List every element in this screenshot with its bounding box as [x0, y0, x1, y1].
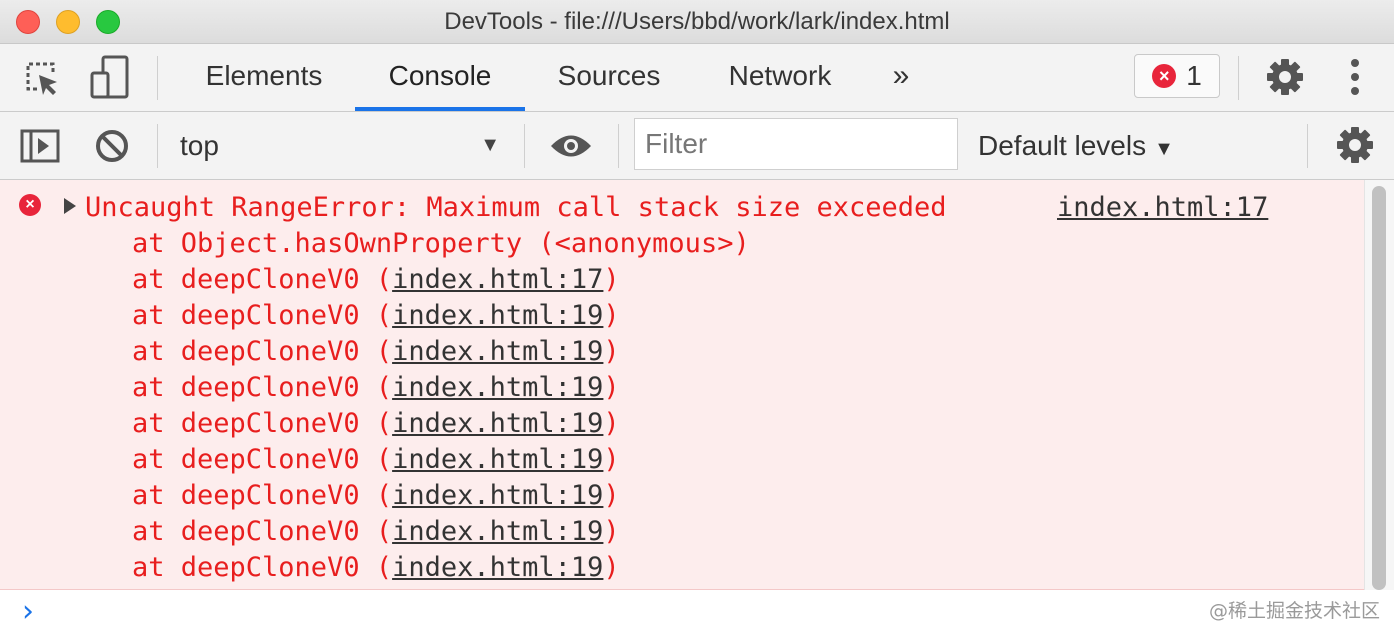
error-icon: ×	[1152, 64, 1177, 88]
stack-frame: at Object.hasOwnProperty (<anonymous>)	[132, 226, 750, 262]
scrollbar-thumb[interactable]	[1372, 186, 1386, 590]
stack-frame: at deepCloneV0 (index.html:19)	[132, 442, 620, 478]
double-chevron-right-icon: »	[892, 59, 910, 92]
stack-frame-function: at deepCloneV0 (	[132, 264, 393, 295]
toolbar-divider	[524, 124, 525, 168]
stack-frame-suffix: )	[603, 480, 620, 511]
watermark: @稀土掘金技术社区	[1208, 600, 1380, 622]
window-title: DevTools - file:///Users/bbd/work/lark/i…	[444, 8, 950, 35]
more-tabs-button[interactable]: »	[876, 44, 926, 111]
console-scrollbar[interactable]	[1364, 180, 1394, 590]
stack-frame-suffix: )	[603, 336, 620, 367]
tab-network[interactable]: Network	[705, 44, 855, 111]
stack-frame-link[interactable]: index.html:19	[392, 300, 603, 331]
console-prompt[interactable]: ›	[0, 590, 1394, 636]
tab-console[interactable]: Console	[355, 44, 525, 111]
console-message-error: × Uncaught RangeError: Maximum call stac…	[0, 180, 1364, 590]
live-expression-button[interactable]	[548, 126, 594, 166]
expand-triangle-icon[interactable]	[64, 198, 76, 214]
stack-frame-suffix: )	[603, 552, 620, 583]
log-levels-label: Default levels	[978, 130, 1147, 161]
clear-console-button[interactable]	[92, 126, 132, 166]
execution-context-select[interactable]: top ▼	[180, 112, 500, 179]
filter-input[interactable]	[634, 118, 958, 170]
gear-icon	[1267, 59, 1303, 95]
stack-frame: at deepCloneV0 (index.html:19)	[132, 478, 620, 514]
stack-frame: at deepCloneV0 (index.html:19)	[132, 406, 620, 442]
prompt-chevron-icon: ›	[22, 594, 34, 629]
stack-frame-link[interactable]: index.html:19	[392, 444, 603, 475]
toolbar-divider	[157, 56, 158, 100]
error-icon: ×	[19, 194, 41, 216]
inspect-element-button[interactable]	[22, 58, 62, 98]
more-options-button[interactable]	[1340, 56, 1370, 98]
error-count-badge[interactable]: × 1	[1134, 54, 1220, 98]
stack-frame-function: at deepCloneV0 (	[132, 552, 393, 583]
error-count: 1	[1186, 60, 1202, 91]
sidebar-toggle-icon	[20, 129, 60, 163]
inspect-element-icon	[26, 62, 57, 95]
stack-frame-link[interactable]: index.html:19	[392, 372, 603, 403]
stack-frame-link[interactable]: index.html:19	[392, 480, 603, 511]
stack-frame-link[interactable]: index.html:19	[392, 516, 603, 547]
stack-frame: at deepCloneV0 (index.html:17)	[132, 262, 620, 298]
stack-frame-suffix: )	[603, 516, 620, 547]
stack-frame-suffix: )	[603, 444, 620, 475]
stack-frame-function: at deepCloneV0 (	[132, 372, 393, 403]
stack-frame: at deepCloneV0 (index.html:19)	[132, 550, 620, 586]
clear-console-icon	[96, 130, 128, 162]
dropdown-arrow-icon: ▼	[1154, 138, 1174, 160]
execution-context-value: top	[180, 130, 219, 161]
stack-frame-suffix: )	[603, 264, 620, 295]
stack-frame-function: at deepCloneV0 (	[132, 480, 393, 511]
stack-frame-function: at deepCloneV0 (	[132, 336, 393, 367]
toolbar-divider	[157, 124, 158, 168]
stack-frame-function: at deepCloneV0 (	[132, 444, 393, 475]
eye-icon	[551, 135, 591, 157]
show-sidebar-button[interactable]	[20, 126, 60, 166]
tab-elements[interactable]: Elements	[180, 44, 348, 111]
stack-frame-link[interactable]: index.html:19	[392, 408, 603, 439]
stack-frame: at deepCloneV0 (index.html:19)	[132, 298, 620, 334]
stack-frame-function: at deepCloneV0 (	[132, 300, 393, 331]
error-source-link[interactable]: index.html:17	[1057, 190, 1268, 226]
stack-frame-function: at Object.hasOwnProperty (<anonymous>)	[132, 228, 750, 259]
toolbar-divider	[618, 124, 619, 168]
toolbar-divider	[1238, 56, 1239, 100]
stack-frame-function: at deepCloneV0 (	[132, 408, 393, 439]
stack-frame-link[interactable]: index.html:19	[392, 552, 603, 583]
stack-frame: at deepCloneV0 (index.html:19)	[132, 370, 620, 406]
stack-frame-suffix: )	[603, 372, 620, 403]
window-titlebar: DevTools - file:///Users/bbd/work/lark/i…	[0, 0, 1394, 44]
stack-frame: at deepCloneV0 (index.html:19)	[132, 514, 620, 550]
tab-sources[interactable]: Sources	[530, 44, 688, 111]
error-message: Uncaught RangeError: Maximum call stack …	[85, 192, 947, 223]
log-levels-dropdown[interactable]: Default levels ▼	[978, 112, 1174, 179]
console-settings-button[interactable]	[1334, 124, 1376, 166]
dropdown-arrow-icon: ▼	[480, 134, 500, 156]
settings-button[interactable]	[1264, 56, 1306, 98]
stack-frame-suffix: )	[603, 300, 620, 331]
stack-frame-function: at deepCloneV0 (	[132, 516, 393, 547]
gear-icon	[1337, 127, 1373, 163]
device-toolbar-button[interactable]	[88, 54, 132, 100]
stack-frame-link[interactable]: index.html:17	[392, 264, 603, 295]
toolbar-divider	[1307, 124, 1308, 168]
console-toolbar: top ▼ Default levels ▼	[0, 112, 1394, 180]
stack-frame-link[interactable]: index.html:19	[392, 336, 603, 367]
device-mode-icon	[90, 55, 129, 99]
vertical-dots-icon	[1351, 59, 1359, 95]
main-tab-bar: Elements Console Sources Network » × 1	[0, 44, 1394, 112]
stack-frame: at deepCloneV0 (index.html:19)	[132, 334, 620, 370]
stack-frame-suffix: )	[603, 408, 620, 439]
